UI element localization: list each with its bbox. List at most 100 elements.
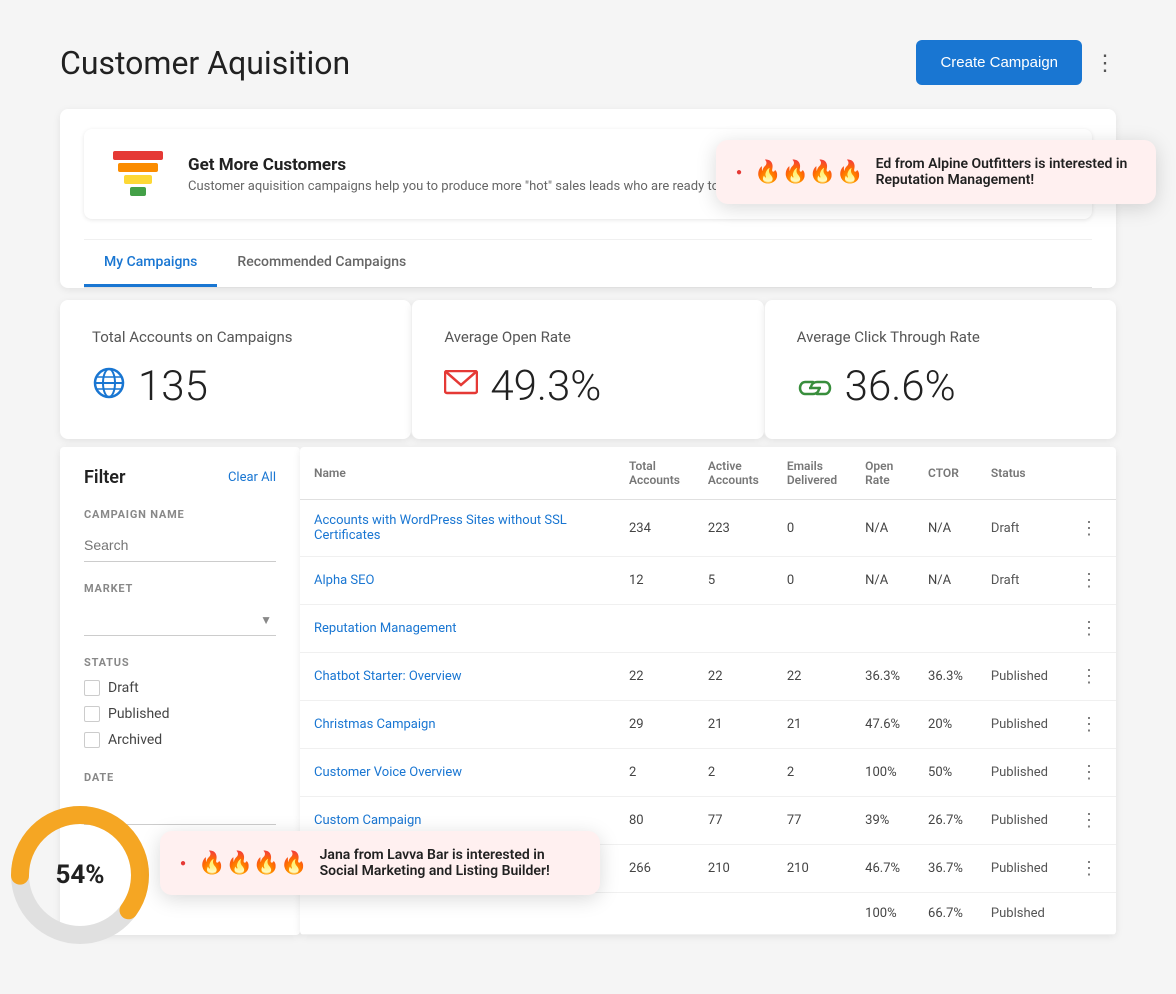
campaign-name-link[interactable]: Custom Campaign xyxy=(314,813,421,828)
tab-recommended-campaigns[interactable]: Recommended Campaigns xyxy=(217,240,426,287)
filter-status: STATUS Draft Published Archived xyxy=(84,656,276,751)
status-option-published[interactable]: Published xyxy=(84,703,276,725)
stat-click-label: Average Click Through Rate xyxy=(797,328,1084,346)
campaign-name-link[interactable]: Alpha SEO xyxy=(314,573,374,588)
row-more-button[interactable]: ⋮ xyxy=(1076,714,1102,735)
filter-title: Filter xyxy=(84,467,125,488)
cell-ctor: 20% xyxy=(914,701,977,749)
tab-my-campaigns[interactable]: My Campaigns xyxy=(84,240,217,287)
row-more-button[interactable]: ⋮ xyxy=(1076,518,1102,539)
cell-open-rate: 46.7% xyxy=(851,845,914,893)
col-actions xyxy=(1062,447,1116,500)
col-open-rate: OpenRate xyxy=(851,447,914,500)
cell-open-rate: N/A xyxy=(851,500,914,557)
cell-total-accounts: 12 xyxy=(615,557,694,605)
row-more-button[interactable]: ⋮ xyxy=(1076,810,1102,831)
campaign-name-label: CAMPAIGN NAME xyxy=(84,508,276,521)
campaign-name-link[interactable]: Customer Voice Overview xyxy=(314,765,462,780)
stats-row: Total Accounts on Campaigns 135 xyxy=(60,300,1116,439)
donut-chart: 54% xyxy=(0,795,160,955)
archived-checkbox[interactable] xyxy=(84,732,100,748)
fire-icon-2: 🔥🔥🔥🔥 xyxy=(198,851,308,876)
col-name: Name xyxy=(300,447,615,500)
cell-active-accounts: 5 xyxy=(694,557,773,605)
table-row: 100%66.7%Publshed xyxy=(300,893,1116,935)
cell-emails-delivered: 77 xyxy=(773,797,851,845)
notification-popup-1: ● 🔥🔥🔥🔥 Ed from Alpine Outfitters is inte… xyxy=(716,140,1156,204)
filter-campaign-name: CAMPAIGN NAME xyxy=(84,508,276,562)
banner-description: Customer aquisition campaigns help you t… xyxy=(188,179,768,194)
funnel-icon xyxy=(108,149,168,199)
notification-popup-2: ● 🔥🔥🔥🔥 Jana from Lavva Bar is interested… xyxy=(160,831,600,895)
cell-total-accounts: 80 xyxy=(615,797,694,845)
stat-click-rate: Average Click Through Rate 36.6% xyxy=(764,300,1116,439)
status-badge: Published xyxy=(977,797,1062,845)
cell-ctor: 36.3% xyxy=(914,653,977,701)
cell-active-accounts xyxy=(694,605,773,653)
filter-market: MARKET ▼ xyxy=(84,582,276,636)
row-more-button[interactable]: ⋮ xyxy=(1076,666,1102,687)
cell-ctor: N/A xyxy=(914,557,977,605)
row-more-button[interactable]: ⋮ xyxy=(1076,762,1102,783)
table-header-row: Name TotalAccounts ActiveAccounts Emails… xyxy=(300,447,1116,500)
link-icon xyxy=(797,368,833,406)
cell-total-accounts: 266 xyxy=(615,845,694,893)
stat-click-number: 36.6% xyxy=(845,362,956,411)
published-checkbox[interactable] xyxy=(84,706,100,722)
stat-click-value: 36.6% xyxy=(797,362,1084,411)
campaign-name-input[interactable] xyxy=(84,529,276,562)
notification-dot-2: ● xyxy=(180,858,186,869)
cell-ctor: N/A xyxy=(914,500,977,557)
header-actions: Create Campaign ⋮ xyxy=(916,40,1116,85)
banner-text: Get More Customers Customer aquisition c… xyxy=(188,155,768,194)
cell-open-rate: 100% xyxy=(851,749,914,797)
draft-checkbox[interactable] xyxy=(84,680,100,696)
status-badge: Published xyxy=(977,653,1062,701)
campaign-name-link[interactable]: Christmas Campaign xyxy=(314,717,436,732)
status-badge: Draft xyxy=(977,557,1062,605)
cell-active-accounts: 210 xyxy=(694,845,773,893)
status-label: STATUS xyxy=(84,656,276,669)
row-more-button[interactable]: ⋮ xyxy=(1076,570,1102,591)
campaign-name-link[interactable]: Reputation Management xyxy=(314,621,457,636)
status-badge: Published xyxy=(977,701,1062,749)
clear-all-button[interactable]: Clear All xyxy=(228,470,276,485)
table-row: Reputation Management ⋮ xyxy=(300,605,1116,653)
cell-ctor: 50% xyxy=(914,749,977,797)
market-select-wrapper: ▼ xyxy=(84,603,276,636)
filter-header: Filter Clear All xyxy=(84,467,276,488)
create-campaign-button[interactable]: Create Campaign xyxy=(916,40,1082,85)
market-label: MARKET xyxy=(84,582,276,595)
status-option-draft[interactable]: Draft xyxy=(84,677,276,699)
cell-emails-delivered: 22 xyxy=(773,653,851,701)
campaign-name-link[interactable]: Chatbot Starter: Overview xyxy=(314,669,462,684)
table-row: Christmas Campaign29212147.6%20%Publishe… xyxy=(300,701,1116,749)
cell-ctor: 66.7% xyxy=(914,893,977,935)
col-ctor: CTOR xyxy=(914,447,977,500)
stat-open-number: 49.3% xyxy=(490,362,601,411)
table-row: Alpha SEO1250N/AN/ADraft⋮ xyxy=(300,557,1116,605)
market-select[interactable] xyxy=(84,603,276,636)
cell-emails-delivered: 0 xyxy=(773,557,851,605)
cell-emails-delivered: 21 xyxy=(773,701,851,749)
cell-emails-delivered: 2 xyxy=(773,749,851,797)
campaign-name-link[interactable]: Accounts with WordPress Sites without SS… xyxy=(314,513,567,543)
fire-icon-1: 🔥🔥🔥🔥 xyxy=(754,160,864,185)
status-option-archived[interactable]: Archived xyxy=(84,729,276,751)
col-status: Status xyxy=(977,447,1062,500)
stat-open-rate: Average Open Rate 49.3% xyxy=(411,300,763,439)
mail-icon xyxy=(444,368,478,406)
row-more-button[interactable]: ⋮ xyxy=(1076,618,1102,639)
status-badge xyxy=(977,605,1062,653)
cell-active-accounts xyxy=(694,893,773,935)
stat-total-number: 135 xyxy=(138,362,208,411)
stat-total-label: Total Accounts on Campaigns xyxy=(92,328,379,346)
cell-active-accounts: 22 xyxy=(694,653,773,701)
notification-text-2: Jana from Lavva Bar is interested in Soc… xyxy=(320,847,580,879)
more-options-button[interactable]: ⋮ xyxy=(1094,50,1116,76)
row-more-button[interactable]: ⋮ xyxy=(1076,858,1102,879)
globe-icon xyxy=(92,366,126,408)
col-total-accounts: TotalAccounts xyxy=(615,447,694,500)
cell-open-rate: 47.6% xyxy=(851,701,914,749)
cell-total-accounts: 29 xyxy=(615,701,694,749)
